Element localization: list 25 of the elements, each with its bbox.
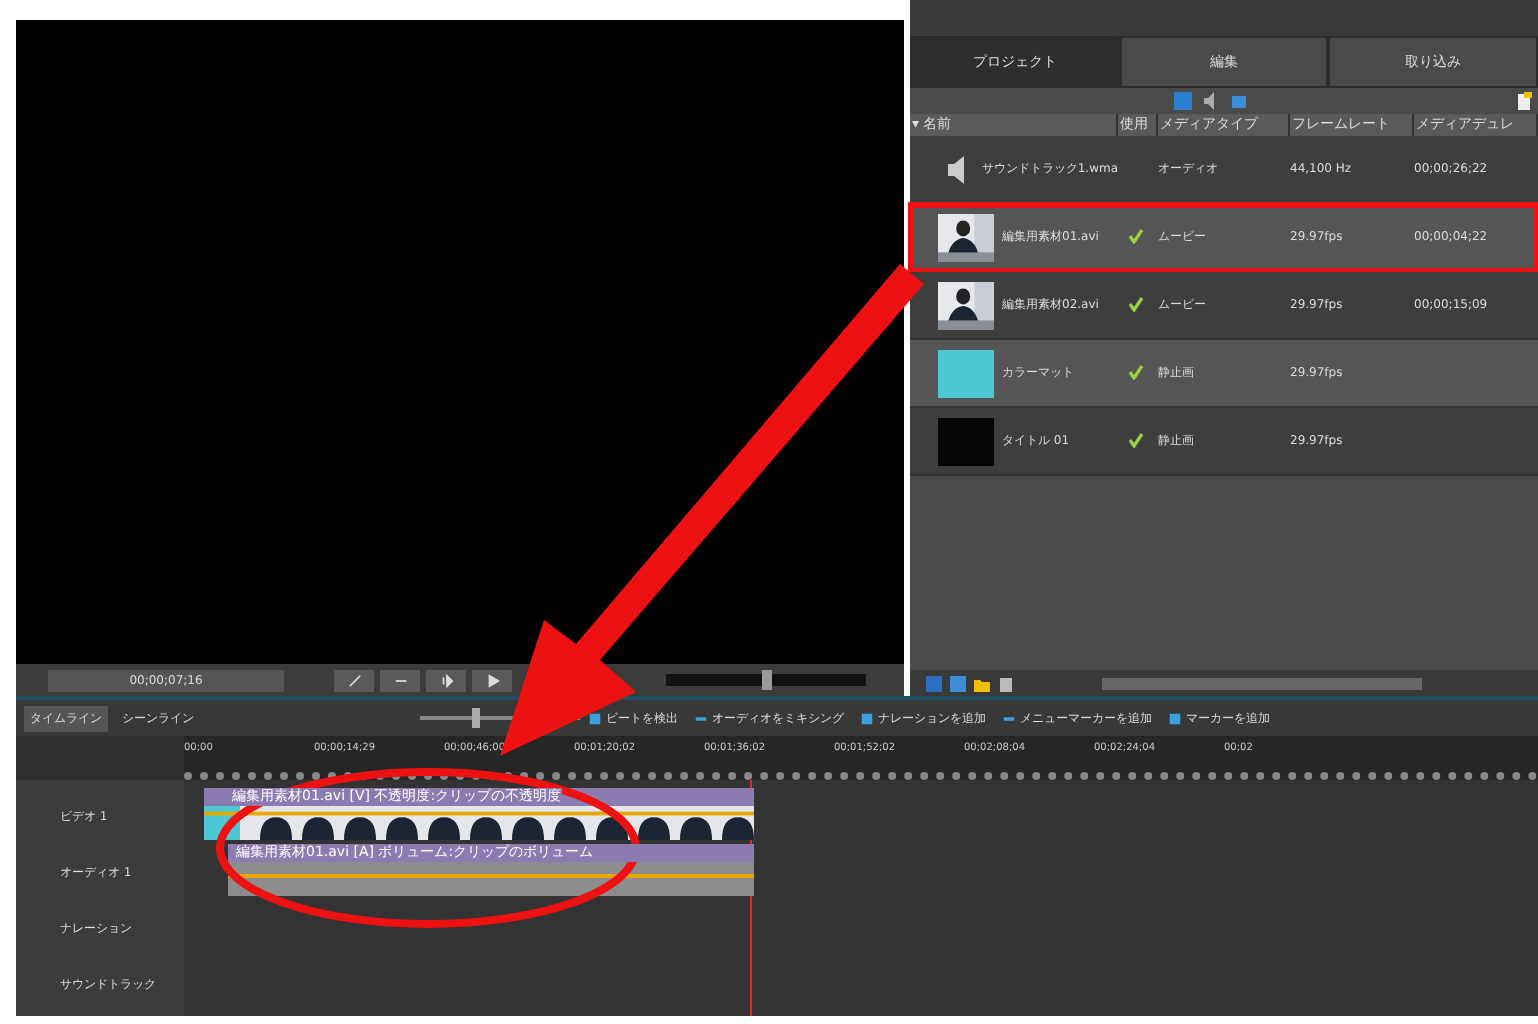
speaker-icon xyxy=(947,155,964,183)
action-icon xyxy=(860,711,874,725)
action-icon xyxy=(694,711,708,725)
slider-thumb[interactable] xyxy=(472,708,480,728)
scroll-bar[interactable] xyxy=(1102,677,1422,689)
action-icon xyxy=(1168,711,1182,725)
trash-icon[interactable] xyxy=(998,675,1014,691)
playback-button[interactable] xyxy=(380,669,420,691)
action-icon xyxy=(1002,711,1016,725)
control-icon xyxy=(347,673,361,687)
playback-button[interactable] xyxy=(334,669,374,691)
new-item-icon[interactable] xyxy=(1514,92,1532,110)
slider-thumb[interactable] xyxy=(762,670,772,690)
icon-view-icon[interactable] xyxy=(950,675,966,691)
playback-button[interactable] xyxy=(472,669,512,691)
control-icon xyxy=(485,673,499,687)
volume-slider[interactable] xyxy=(666,674,866,686)
control-icon xyxy=(439,673,453,687)
action-icon xyxy=(588,711,602,725)
media-icon[interactable] xyxy=(1230,92,1248,110)
title-thumbnail xyxy=(938,417,994,465)
folder-icon[interactable] xyxy=(974,675,990,691)
playback-button[interactable] xyxy=(426,669,466,691)
color-thumbnail xyxy=(938,349,994,397)
speaker-icon[interactable] xyxy=(1202,92,1220,110)
